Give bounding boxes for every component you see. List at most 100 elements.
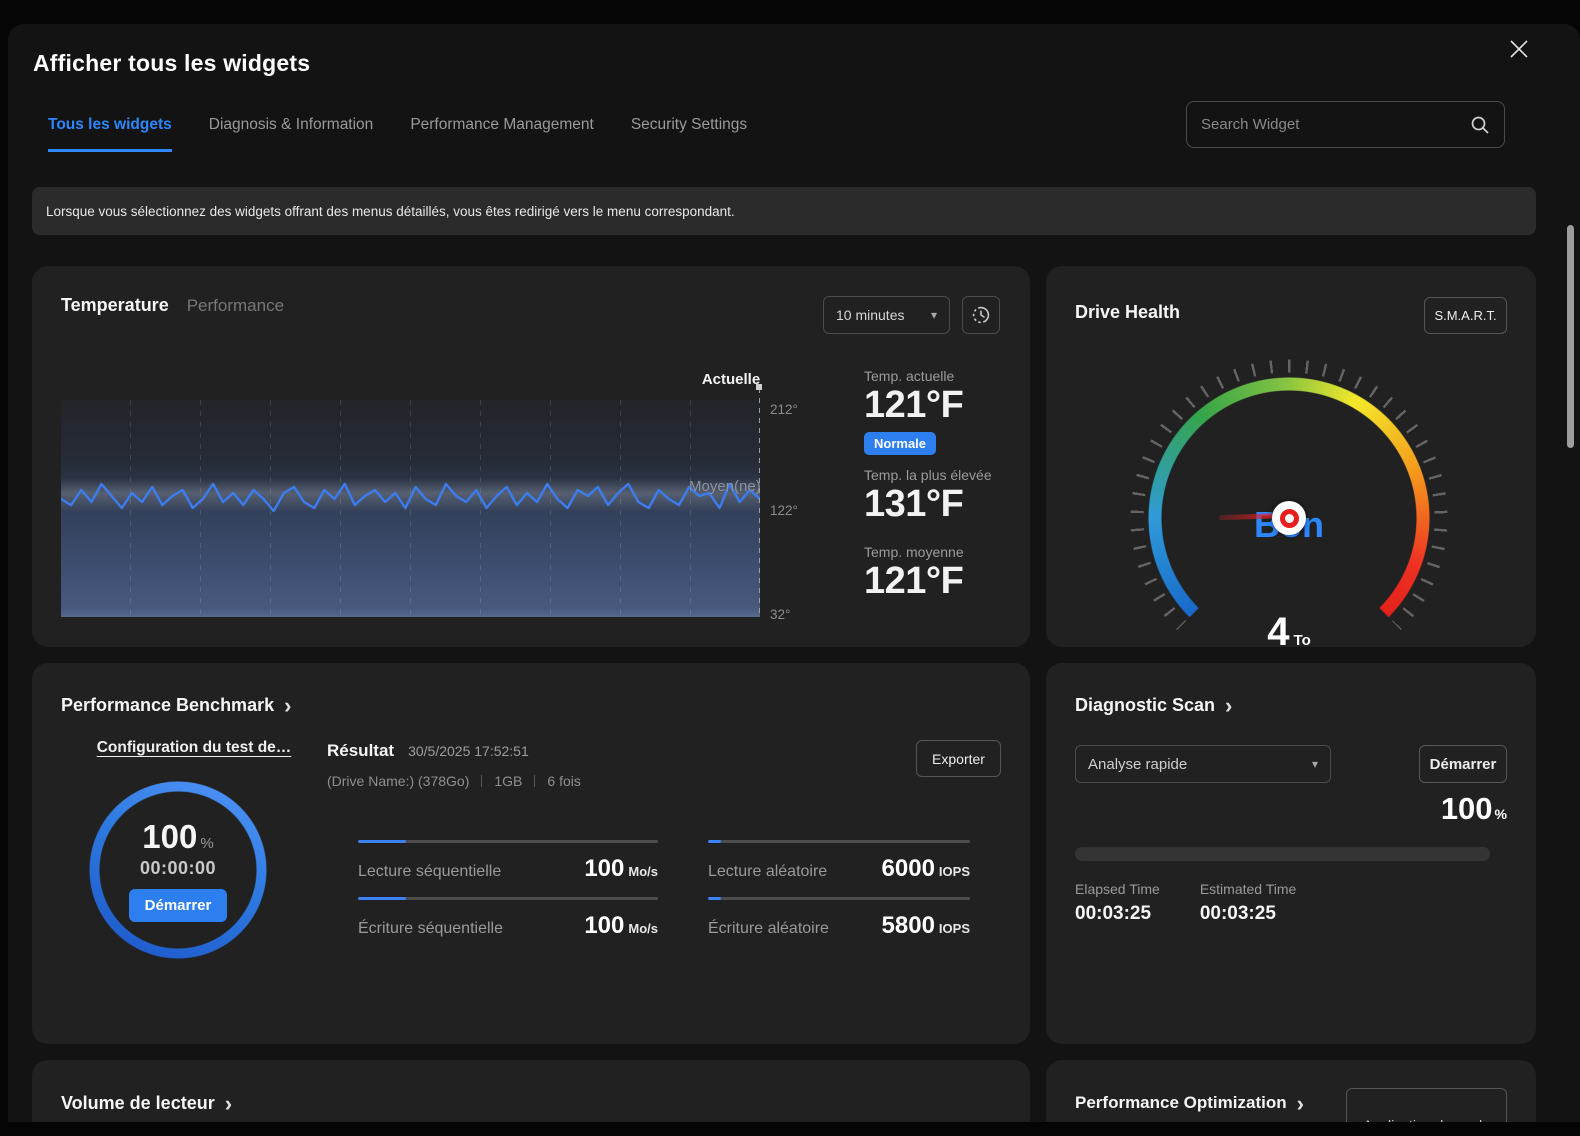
temperature-stats: Temp. actuelle 121°F Normale Temp. la pl… [864, 368, 1014, 604]
metric-value: 100 [584, 855, 624, 882]
interval-dropdown[interactable]: 10 minutes ▾ [823, 296, 950, 334]
benchmark-title: Performance Benchmark [61, 695, 274, 716]
result-meta: (Drive Name:) (378Go) 1GB 6 fois [327, 773, 581, 789]
estimated-time-block: Estimated Time 00:03:25 [1200, 881, 1296, 925]
clock-icon [971, 305, 991, 325]
written-value: 4 [1267, 610, 1289, 647]
metric-rand-write: Écriture aléatoire 5800 IOPS [708, 897, 970, 940]
benchmark-progress-circle: 100% 00:00:00 Démarrer [89, 781, 267, 959]
performance-optimization-title: Performance Optimization [1075, 1093, 1287, 1113]
drive-health-title: Drive Health [1075, 302, 1180, 323]
diagnostic-progress-bar [1075, 847, 1490, 861]
average-series-label: Moyen(ne) [689, 478, 761, 495]
info-banner-text: Lorsque vous sélectionnez des widgets of… [46, 204, 735, 219]
chevron-right-icon: › [1225, 695, 1232, 717]
highest-temp-value: 131°F [864, 483, 1014, 527]
diagnostic-percent-sign: % [1495, 806, 1507, 822]
diagnostic-title: Diagnostic Scan [1075, 695, 1215, 716]
drive-volume-title: Volume de lecteur [61, 1093, 215, 1114]
info-banner: Lorsque vous sélectionnez des widgets of… [32, 187, 1536, 235]
current-marker-label: Actuelle [671, 371, 791, 388]
drive-volume-widget[interactable]: Volume de lecteur › [32, 1060, 1030, 1122]
metric-unit: IOPS [939, 921, 970, 936]
widgets-modal: Afficher tous les widgets Tous les widge… [8, 24, 1580, 1122]
interval-value: 10 minutes [836, 307, 904, 323]
metric-label: Écriture aléatoire [708, 920, 829, 938]
current-temp-label: Temp. actuelle [864, 368, 1014, 384]
average-temp-label: Temp. moyenne [864, 544, 1014, 560]
elapsed-time-value: 00:03:25 [1075, 903, 1160, 925]
tab-tous-les-widgets[interactable]: Tous les widgets [48, 116, 172, 152]
result-datetime: 30/5/2025 17:52:51 [408, 743, 529, 759]
average-temp-value: 121°F [864, 560, 1014, 604]
temperature-widget[interactable]: Temperature Performance 10 minutes ▾ Moy… [32, 266, 1030, 647]
metric-rand-read: Lecture aléatoire 6000 IOPS [708, 840, 970, 883]
temperature-line-svg [61, 400, 760, 617]
diagnostic-scan-widget[interactable]: Diagnostic Scan › Analyse rapide ▾ Démar… [1046, 663, 1536, 1044]
current-temp-value: 121°F [864, 384, 1014, 428]
metric-value: 6000 [882, 855, 935, 882]
written-unit: To [1294, 632, 1311, 647]
diagnostic-percent: 100 [1441, 791, 1493, 826]
benchmark-config-link[interactable]: Configuration du test de… [86, 739, 302, 757]
scan-mode-dropdown[interactable]: Analyse rapide ▾ [1075, 745, 1331, 783]
drive-health-widget[interactable]: Drive Health S.M.A.R.T. Bon 4To Écrit [1046, 266, 1536, 647]
performance-benchmark-widget[interactable]: Performance Benchmark › Configuration du… [32, 663, 1030, 1044]
estimated-time-label: Estimated Time [1200, 881, 1296, 897]
tab-diagnosis-information[interactable]: Diagnosis & Information [209, 116, 374, 152]
chevron-down-icon: ▾ [931, 308, 937, 322]
metric-label: Écriture séquentielle [358, 920, 503, 938]
result-label: Résultat [327, 741, 394, 761]
tab-performance-management[interactable]: Performance Management [410, 116, 594, 152]
search-icon [1470, 115, 1490, 135]
tab-bar: Tous les widgets Diagnosis & Information… [48, 116, 747, 152]
tab-security-settings[interactable]: Security Settings [631, 116, 747, 152]
metric-seq-read: Lecture séquentielle 100 Mo/s [358, 840, 658, 883]
benchmark-timer: 00:00:00 [140, 858, 216, 879]
y-tick-212: 212° [770, 402, 798, 417]
temperature-line [61, 484, 760, 511]
close-icon[interactable] [1502, 32, 1536, 66]
metric-value: 100 [584, 912, 624, 939]
benchmark-percent-sign: % [200, 835, 213, 852]
metric-label: Lecture aléatoire [708, 863, 827, 881]
result-drive-name: (Drive Name:) (378Go) [327, 773, 469, 789]
temperature-chart: Moyen(ne) [61, 400, 760, 617]
apply-mode-button[interactable]: Application du mode [1346, 1088, 1507, 1122]
export-button[interactable]: Exporter [916, 740, 1001, 777]
metric-value: 5800 [882, 912, 935, 939]
result-test-size: 1GB [494, 773, 522, 789]
metric-label: Lecture séquentielle [358, 863, 501, 881]
elapsed-time-label: Elapsed Time [1075, 881, 1160, 897]
page-title: Afficher tous les widgets [33, 50, 310, 77]
temperature-subtitle: Performance [187, 296, 284, 316]
scan-mode-value: Analyse rapide [1088, 756, 1187, 773]
scrollbar-thumb[interactable] [1567, 225, 1574, 448]
performance-optimization-widget[interactable]: Performance Optimization › Application d… [1046, 1060, 1536, 1122]
estimated-time-value: 00:03:25 [1200, 903, 1296, 925]
metric-unit: Mo/s [628, 864, 658, 879]
y-tick-32: 32° [770, 607, 790, 622]
gauge-hub [1272, 501, 1306, 535]
metric-unit: IOPS [939, 864, 970, 879]
result-test-count: 6 fois [547, 773, 580, 789]
metric-unit: Mo/s [628, 921, 658, 936]
current-marker-line [759, 388, 760, 617]
search-widget-box[interactable] [1186, 101, 1505, 148]
health-gauge: Bon 4To Écrit [1129, 358, 1449, 647]
benchmark-percent: 100 [142, 818, 197, 855]
y-tick-122: 122° [770, 503, 798, 518]
diagnostic-start-button[interactable]: Démarrer [1419, 745, 1507, 783]
smart-button[interactable]: S.M.A.R.T. [1424, 297, 1507, 334]
chevron-down-icon: ▾ [1312, 757, 1318, 771]
written-total: 4 To [1129, 610, 1449, 647]
elapsed-time-block: Elapsed Time 00:03:25 [1075, 881, 1160, 925]
benchmark-start-button[interactable]: Démarrer [129, 889, 228, 922]
highest-temp-label: Temp. la plus élevée [864, 467, 1014, 483]
status-badge: Normale [864, 432, 936, 455]
metric-seq-write: Écriture séquentielle 100 Mo/s [358, 897, 658, 940]
history-clock-button[interactable] [962, 296, 1000, 334]
search-input[interactable] [1201, 116, 1470, 133]
chevron-right-icon: › [225, 1093, 232, 1115]
chevron-right-icon: › [284, 695, 291, 717]
